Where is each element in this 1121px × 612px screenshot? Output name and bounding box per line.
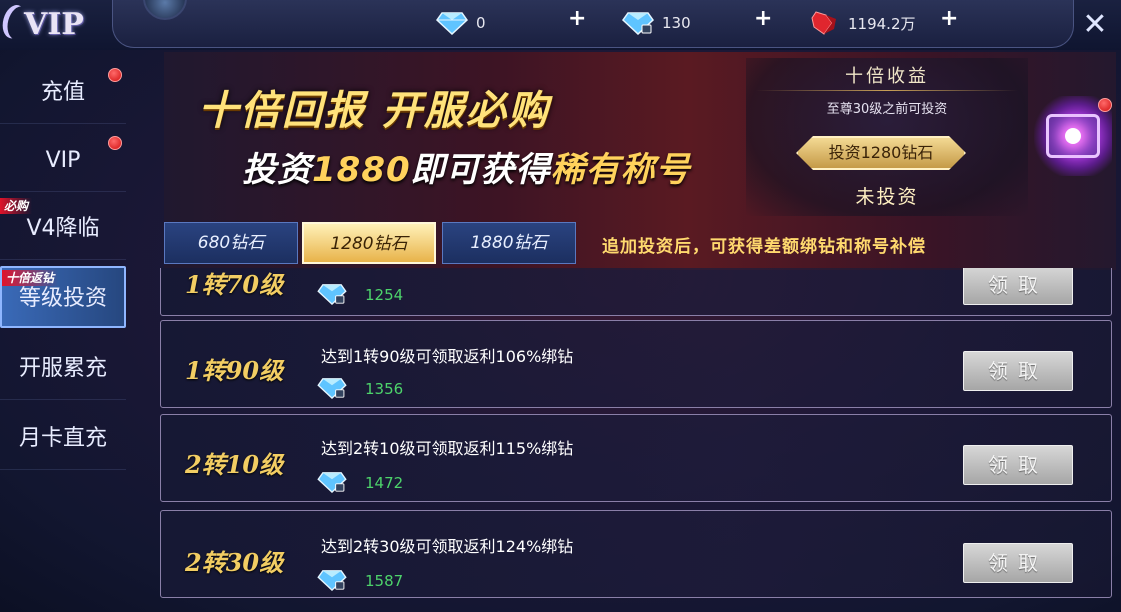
sidebar: 充值 VIP 必购 V4降临 十倍返钻 等级投资 开服累充 月卡直充 — [0, 56, 128, 612]
sidebar-item-server-recharge[interactable]: 开服累充 — [0, 338, 126, 400]
bound-diamond-icon — [317, 284, 347, 305]
claim-button[interactable]: 领取 — [963, 543, 1073, 583]
reward-level: 1转90级 — [185, 356, 284, 385]
tab-note: 追加投资后，可获得差额绑钻和称号补偿 — [602, 237, 926, 257]
bound-diamond-icon — [317, 378, 347, 399]
subtitle-highlight: 稀有称号 — [550, 150, 691, 190]
reward-level: 2转10级 — [185, 450, 284, 479]
banner-title: 十倍回报 开服必购 — [198, 88, 550, 134]
reward-description: 达到1转90级可领取返利106%绑钻 — [321, 347, 574, 366]
reward-amount: 1472 — [365, 474, 404, 492]
bound-diamond-icon — [317, 570, 347, 591]
reward-amount: 1587 — [365, 572, 404, 590]
red-crystal-icon — [808, 11, 840, 35]
crystal-count: 1194.2万 — [848, 14, 916, 33]
chest-gem — [1065, 128, 1081, 144]
sidebar-item-v4[interactable]: 必购 V4降临 — [0, 198, 126, 260]
bound-diamond-icon — [622, 11, 654, 36]
vip-logo: VIP — [6, 4, 116, 46]
subtitle-middle: 即可获得 — [410, 150, 551, 190]
diamond-icon — [436, 11, 468, 36]
claim-button[interactable]: 领取 — [963, 268, 1073, 305]
bound-diamond-currency: 130 — [622, 8, 691, 38]
sidebar-item-label: V4降临 — [26, 216, 100, 241]
reward-description: 达到2转30级可领取返利124%绑钻 — [321, 537, 574, 556]
tab-1280[interactable]: 1280钻石 — [302, 222, 436, 264]
notification-dot — [1098, 98, 1112, 112]
sidebar-item-recharge[interactable]: 充值 — [0, 62, 126, 124]
diamond-currency: 0 — [436, 8, 486, 38]
reward-list[interactable]: 1转70级 1254 领取 1转90级 达到1转90级可领取返利106%绑钻 1… — [160, 268, 1114, 612]
bound-diamond-icon — [317, 472, 347, 493]
reward-row: 2转30级 达到2转30级可领取返利124%绑钻 1587 领取 — [160, 510, 1112, 598]
divider — [756, 90, 1018, 91]
sidebar-item-vip[interactable]: VIP — [0, 130, 126, 192]
crystal-add-button[interactable]: + — [940, 6, 958, 31]
panel-title: 十倍收益 — [845, 66, 929, 87]
reward-description: 达到2转10级可领取返利115%绑钻 — [321, 439, 574, 458]
reward-amount: 1254 — [365, 286, 404, 304]
panel-note: 至尊30级之前可投资 — [826, 102, 948, 117]
sidebar-item-label: 等级投资 — [18, 286, 107, 311]
currency-bar — [112, 0, 1074, 48]
tab-1880[interactable]: 1880钻石 — [442, 222, 576, 264]
subtitle-prefix: 投资 — [242, 150, 312, 190]
vip-logo-text: VIP — [24, 7, 84, 42]
claim-button[interactable]: 领取 — [963, 351, 1073, 391]
close-icon[interactable]: ✕ — [1078, 8, 1112, 42]
diamond-add-button[interactable]: + — [568, 6, 586, 31]
invest-button[interactable]: 投资1280钻石 — [796, 136, 966, 170]
bound-diamond-count: 130 — [662, 14, 691, 32]
sidebar-item-label: 开服累充 — [18, 356, 107, 381]
diamond-count: 0 — [476, 14, 486, 32]
crystal-currency: 1194.2万 — [808, 8, 916, 38]
reward-level: 1转70级 — [185, 270, 284, 299]
sidebar-item-label: 充值 — [40, 80, 85, 105]
reward-amount: 1356 — [365, 380, 404, 398]
sidebar-item-monthly-card[interactable]: 月卡直充 — [0, 408, 126, 470]
sidebar-item-label: VIP — [45, 148, 81, 173]
sidebar-item-tag: 十倍返钻 — [2, 270, 59, 286]
subtitle-amount: 1880 — [312, 150, 411, 190]
reward-row: 1转90级 达到1转90级可领取返利106%绑钻 1356 领取 — [160, 320, 1112, 408]
banner-subtitle: 投资1880即可获得稀有称号 — [242, 142, 691, 191]
reward-row: 2转10级 达到2转10级可领取返利115%绑钻 1472 领取 — [160, 414, 1112, 502]
notification-dot — [108, 68, 122, 82]
tab-680[interactable]: 680钻石 — [164, 222, 298, 264]
sidebar-item-tag: 必购 — [0, 198, 33, 214]
sidebar-item-level-invest[interactable]: 十倍返钻 等级投资 — [0, 266, 126, 328]
invest-status: 未投资 — [855, 186, 919, 208]
notification-dot — [108, 136, 122, 150]
sidebar-item-label: 月卡直充 — [18, 426, 107, 451]
claim-button[interactable]: 领取 — [963, 445, 1073, 485]
reward-row: 1转70级 1254 领取 — [160, 268, 1112, 316]
reward-level: 2转30级 — [185, 548, 284, 577]
investment-panel: 十倍收益 至尊30级之前可投资 投资1280钻石 未投资 — [746, 58, 1028, 216]
bound-diamond-add-button[interactable]: + — [754, 6, 772, 31]
